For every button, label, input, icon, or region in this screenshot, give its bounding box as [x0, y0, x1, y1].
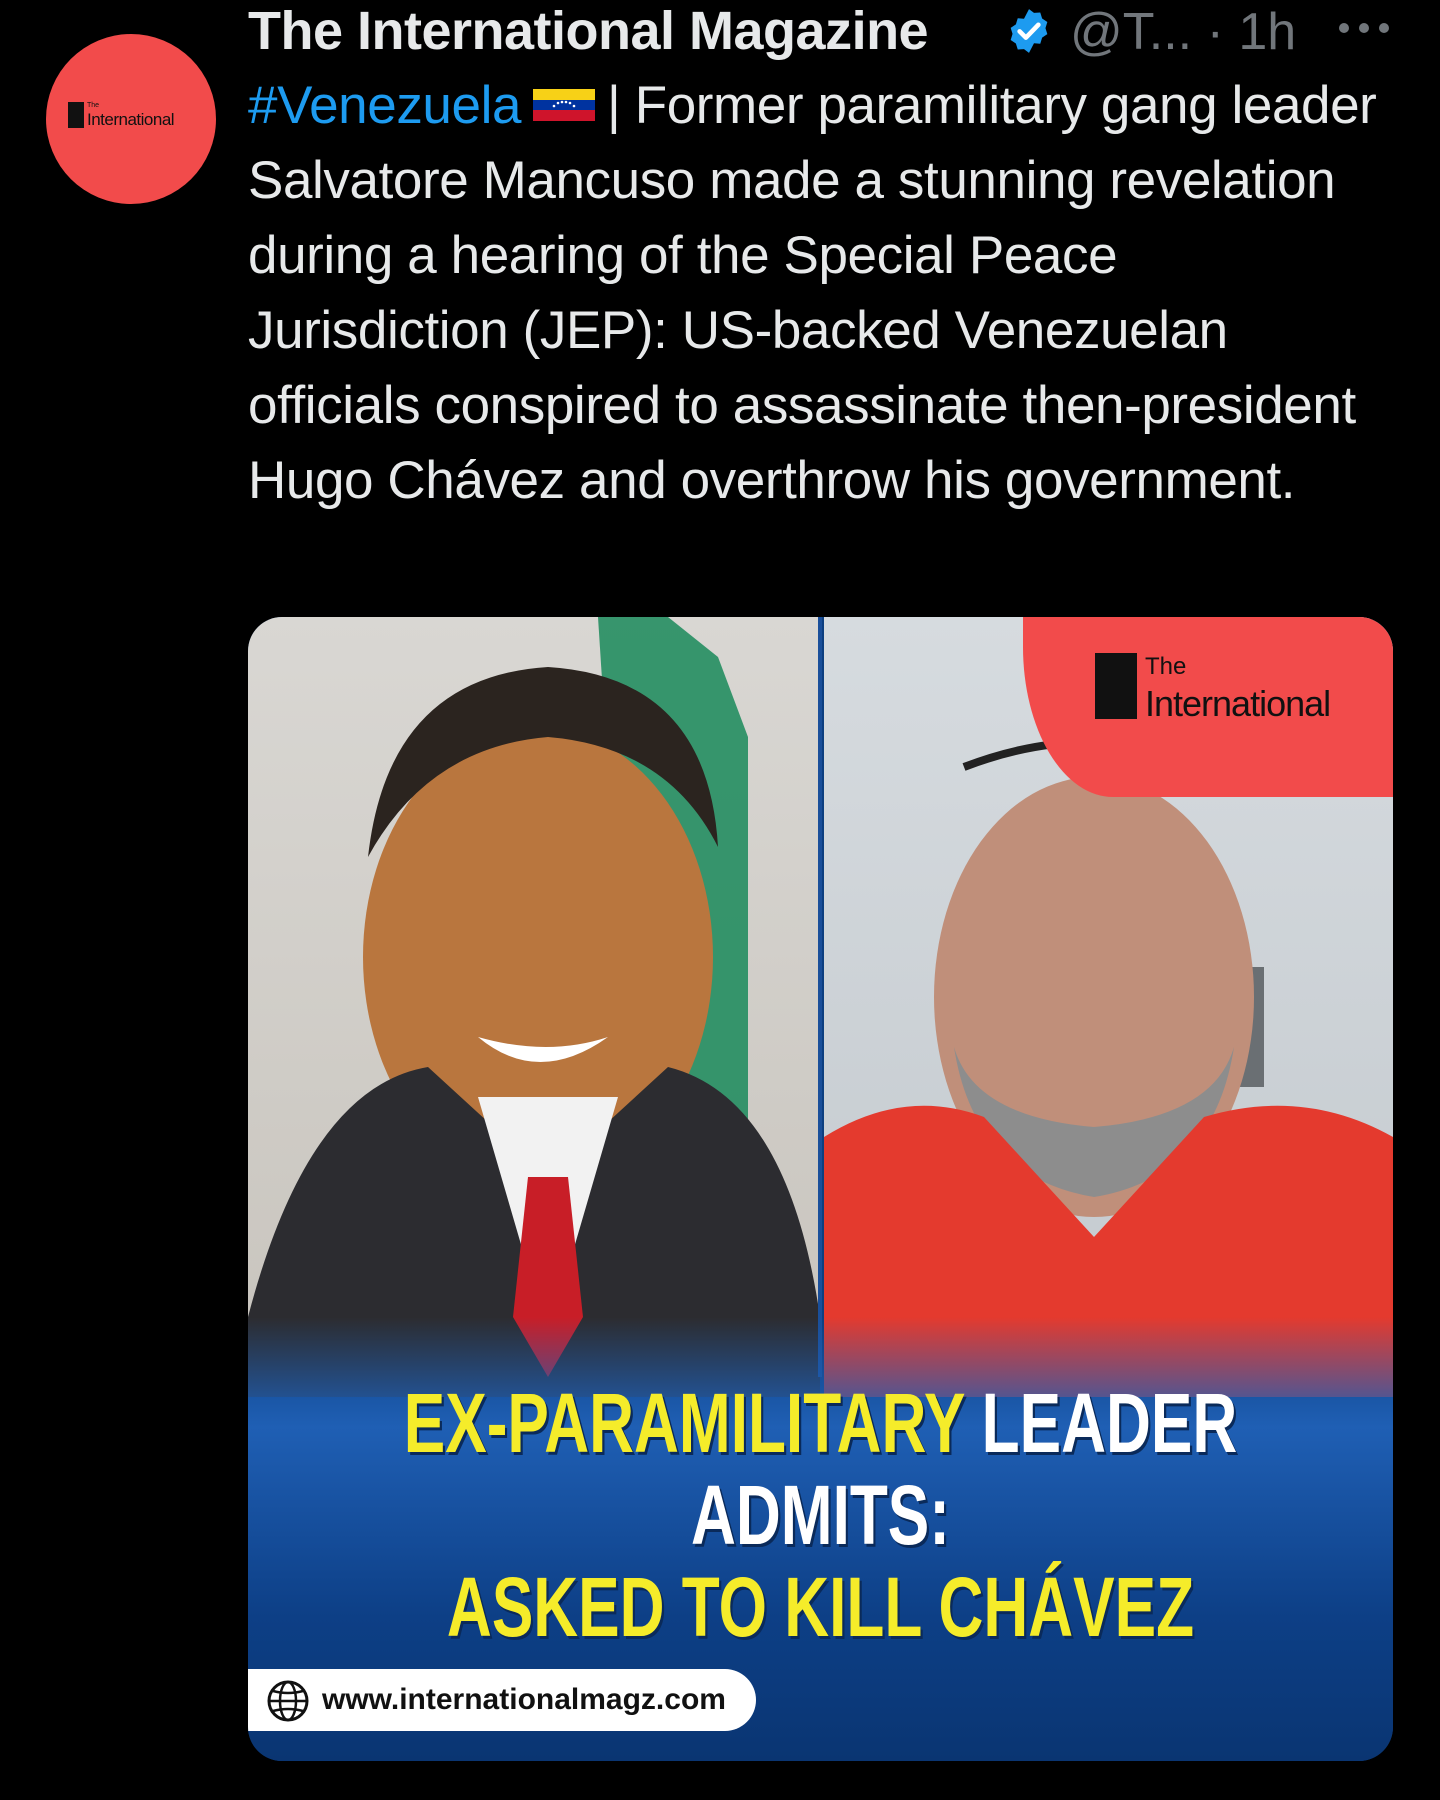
- avatar-logo: The International: [68, 102, 198, 132]
- photo-divider: [818, 617, 822, 1377]
- brand-corner: The International: [1023, 617, 1393, 797]
- separator: ·: [1206, 3, 1224, 61]
- brand-small: The: [1145, 653, 1187, 680]
- tweet-header: The International Magazine @T... · 1h: [248, 0, 1398, 62]
- headline-line-2: ASKED TO KILL CHÁVEZ: [446, 1560, 1195, 1654]
- author-handle[interactable]: @T... · 1h: [1070, 2, 1296, 62]
- tweet-media[interactable]: The International EX-PARAMILITARY LEADER…: [248, 617, 1393, 1761]
- media-url: www.internationalmagz.com: [322, 1683, 726, 1716]
- verified-icon: [1010, 9, 1048, 53]
- avatar[interactable]: The International: [46, 34, 216, 204]
- tweet-body: | Former paramilitary gang leader Salvat…: [248, 76, 1377, 510]
- headline-line-1: EX-PARAMILITARY LEADER ADMITS:: [397, 1377, 1244, 1561]
- avatar-label-small: The: [87, 102, 100, 109]
- timestamp[interactable]: 1h: [1238, 3, 1296, 61]
- more-icon[interactable]: [1334, 18, 1394, 38]
- url-pill: www.internationalmagz.com: [248, 1669, 756, 1731]
- headline-part-1: EX-PARAMILITARY: [403, 1376, 965, 1470]
- tweet[interactable]: The International The International Maga…: [0, 0, 1440, 1800]
- author-name[interactable]: The International Magazine: [248, 0, 929, 62]
- avatar-label-big: International: [87, 110, 175, 129]
- brand-big: International: [1145, 683, 1331, 724]
- tweet-text: #Venezuela | Former paramilitary gang le…: [248, 68, 1388, 518]
- handle-text: @T...: [1070, 3, 1193, 61]
- media-headline: EX-PARAMILITARY LEADER ADMITS: ASKED TO …: [397, 1377, 1244, 1653]
- globe-icon: [267, 1680, 309, 1722]
- hashtag-link[interactable]: #Venezuela: [248, 76, 521, 135]
- brand-logo: The International: [1095, 653, 1375, 733]
- photo-chavez: [248, 617, 820, 1397]
- venezuela-flag-icon: [533, 89, 596, 121]
